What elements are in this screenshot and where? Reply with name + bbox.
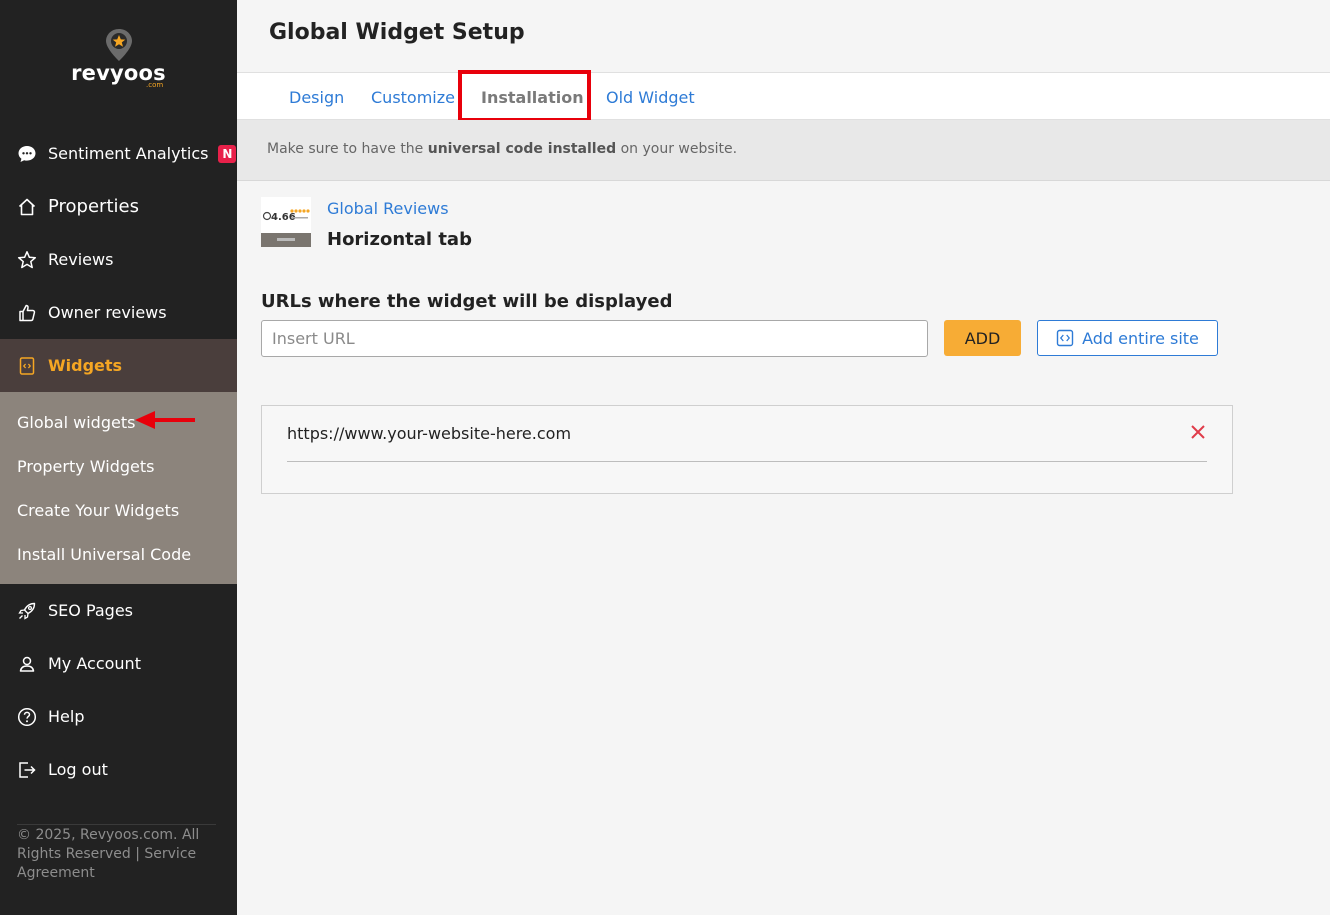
brand-logo[interactable]: revyoos .com xyxy=(0,28,237,98)
sidebar-item-label: My Account xyxy=(48,654,141,673)
thumbs-up-icon xyxy=(16,302,38,324)
home-icon xyxy=(16,196,38,218)
brand-name: revyoos xyxy=(71,61,166,85)
star-icon xyxy=(16,249,38,271)
footer-copyright: © 2025, Revyoos.com. All Rights Reserved… xyxy=(17,827,200,881)
url-list-item: https://www.your-website-here.com xyxy=(287,424,572,443)
notice-text: Make sure to have the universal code ins… xyxy=(267,141,738,157)
footer-divider xyxy=(17,824,216,825)
sidebar-item-label: SEO Pages xyxy=(48,601,134,620)
widget-global-reviews-link[interactable]: Global Reviews xyxy=(327,199,449,218)
code-icon xyxy=(1056,329,1074,347)
submenu-item-create-your-widgets[interactable]: Create Your Widgets xyxy=(17,501,179,520)
sidebar-item-my-account[interactable]: My Account xyxy=(0,637,237,690)
notice-bold: universal code installed xyxy=(427,141,617,157)
sidebar-item-label: Help xyxy=(48,707,85,726)
widget-thumbnail: 4.66 xyxy=(261,197,311,247)
sidebar-item-sentiment-analytics[interactable]: Sentiment Analytics N xyxy=(0,127,237,180)
submenu-item-install-universal-code[interactable]: Install Universal Code xyxy=(17,545,191,564)
tab-bar: Design Customize Installation Old Widget xyxy=(237,72,1330,120)
sidebar-item-widgets[interactable]: Widgets xyxy=(0,339,237,392)
sidebar-item-label: Reviews xyxy=(48,250,114,269)
sidebar-item-log-out[interactable]: Log out xyxy=(0,743,237,796)
code-file-icon xyxy=(16,355,38,377)
sidebar-item-label: Properties xyxy=(48,196,139,217)
tab-design[interactable]: Design xyxy=(289,88,344,107)
sidebar-item-label: Log out xyxy=(48,760,108,779)
rocket-icon xyxy=(16,600,38,622)
add-url-button[interactable]: ADD xyxy=(944,320,1021,356)
sidebar: revyoos .com Sentiment Analytics N Prope… xyxy=(0,0,237,915)
sidebar-item-label: Widgets xyxy=(48,356,123,375)
widgets-submenu: Global widgets Property Widgets Create Y… xyxy=(0,392,237,584)
widget-name: Horizontal tab xyxy=(327,229,472,250)
sidebar-item-label: Owner reviews xyxy=(48,303,167,322)
add-entire-site-button[interactable]: Add entire site xyxy=(1037,320,1218,356)
annotation-arrow-icon xyxy=(135,411,195,429)
brand-domain: .com xyxy=(146,81,164,89)
location-pin-icon xyxy=(105,29,132,61)
sidebar-item-reviews[interactable]: Reviews xyxy=(0,233,237,286)
sidebar-item-owner-reviews[interactable]: Owner reviews xyxy=(0,286,237,339)
tab-customize[interactable]: Customize xyxy=(371,88,455,107)
install-notice: Make sure to have the universal code ins… xyxy=(237,120,1330,181)
submenu-item-global-widgets[interactable]: Global widgets xyxy=(17,413,135,432)
tab-old-widget[interactable]: Old Widget xyxy=(606,88,695,107)
url-input[interactable] xyxy=(261,320,928,357)
url-row-divider xyxy=(287,461,1207,462)
close-icon[interactable] xyxy=(1188,422,1208,442)
new-badge: N xyxy=(218,144,237,163)
help-circle-icon xyxy=(16,706,38,728)
sidebar-item-properties[interactable]: Properties xyxy=(0,180,237,233)
sidebar-item-seo-pages[interactable]: SEO Pages xyxy=(0,584,237,637)
logout-icon xyxy=(16,759,38,781)
urls-section-label: URLs where the widget will be displayed xyxy=(261,291,673,312)
url-list: https://www.your-website-here.com xyxy=(261,405,1233,494)
add-entire-site-label: Add entire site xyxy=(1082,328,1199,348)
submenu-item-property-widgets[interactable]: Property Widgets xyxy=(17,457,154,476)
page-title: Global Widget Setup xyxy=(269,20,525,45)
tab-installation[interactable]: Installation xyxy=(481,88,584,107)
sidebar-item-label: Sentiment Analytics xyxy=(48,144,209,163)
user-icon xyxy=(16,653,38,675)
sidebar-item-help[interactable]: Help xyxy=(0,690,237,743)
chat-bubble-icon xyxy=(16,143,38,165)
